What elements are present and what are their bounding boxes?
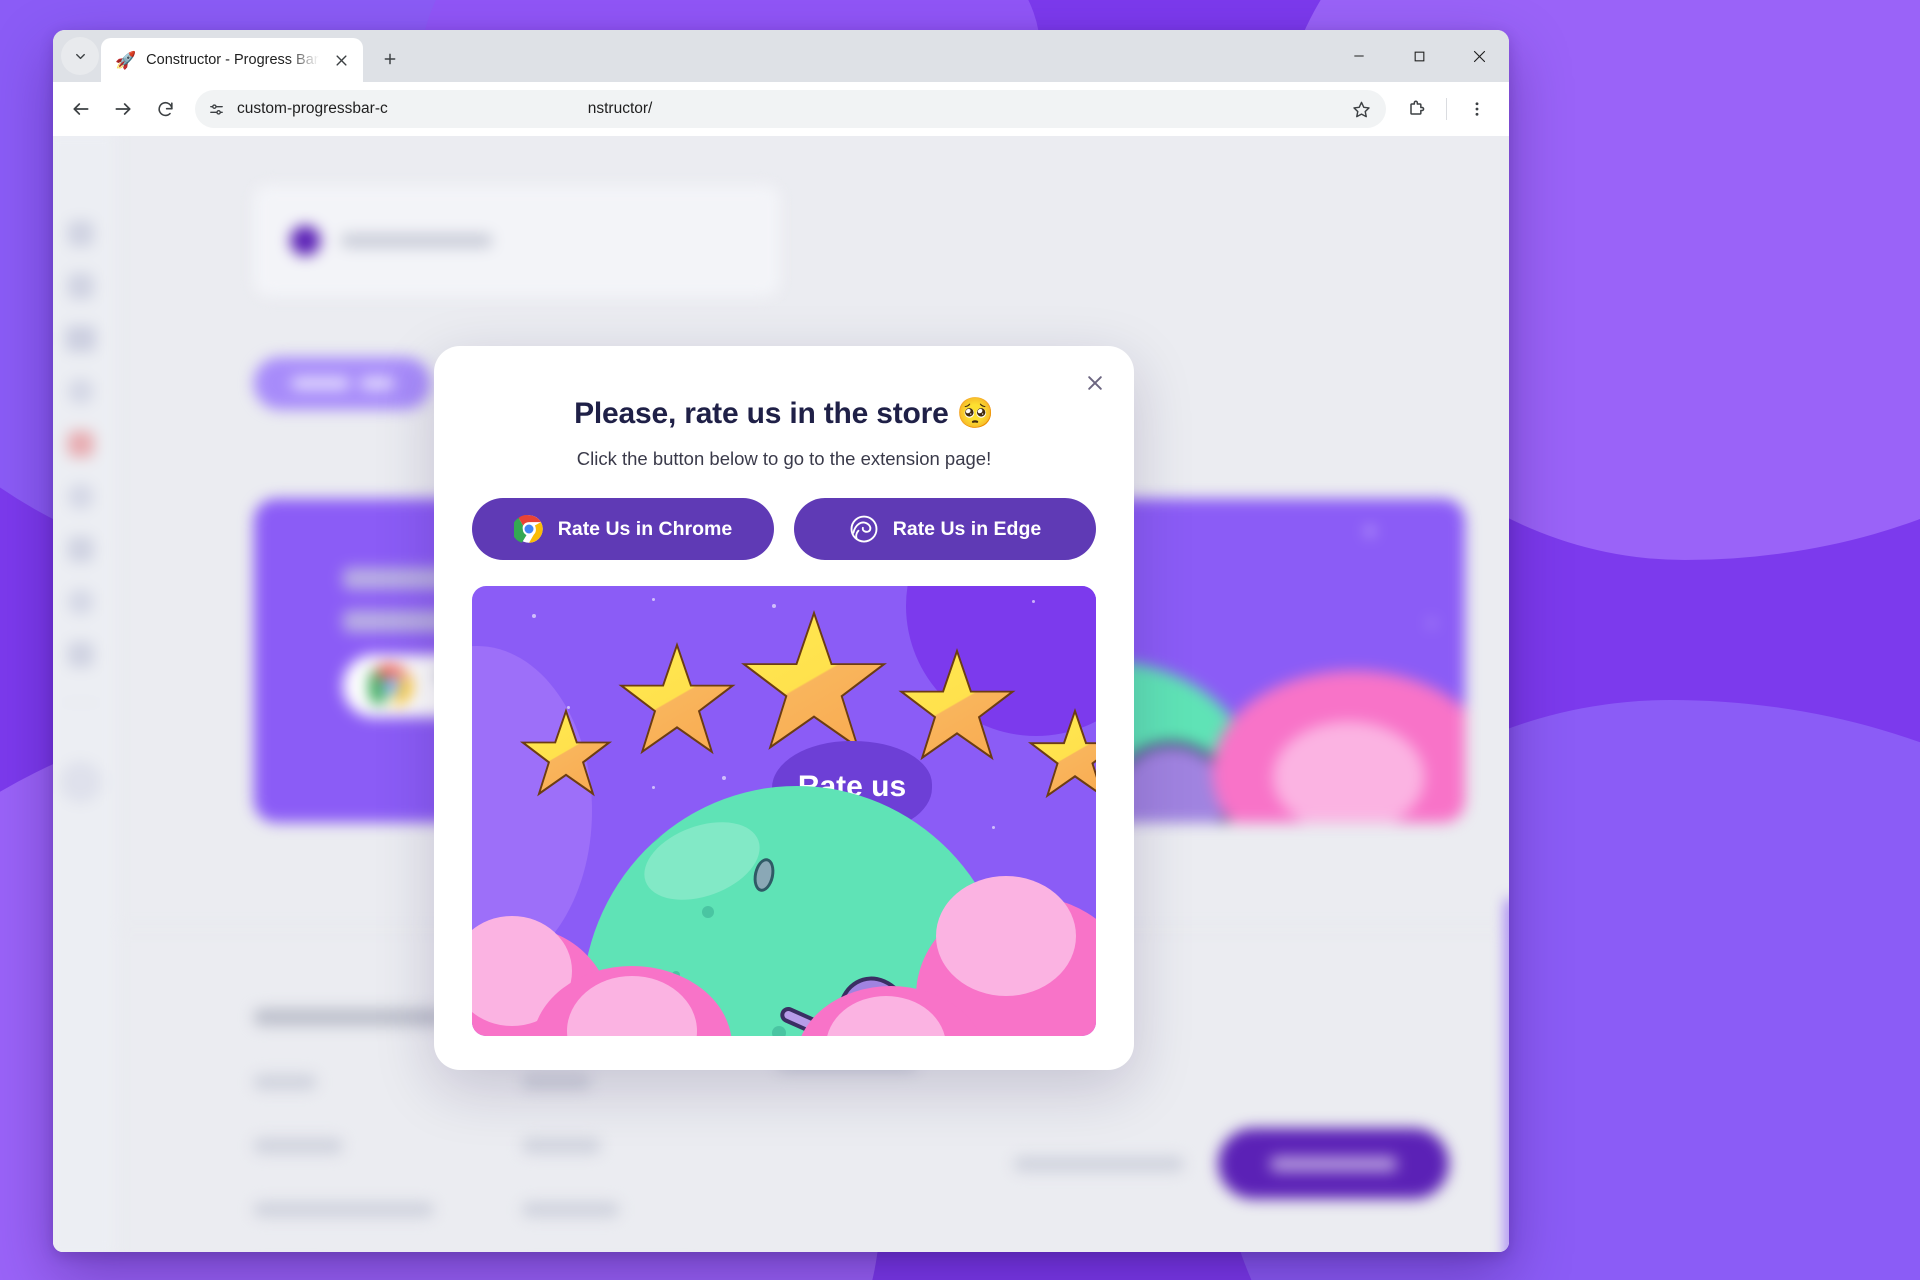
pleading-face-emoji-icon: 🥺: [956, 397, 994, 430]
rate-us-chrome-label: Rate Us in Chrome: [557, 517, 733, 540]
url-text: custom-progressbar-c nstructor/: [231, 100, 1344, 118]
extensions-puzzle-icon[interactable]: [1396, 89, 1436, 129]
tab-search-chevron-icon[interactable]: [61, 37, 99, 75]
browser-menu-icon[interactable]: [1457, 89, 1497, 129]
rate-us-illustration: Rate us: [472, 586, 1096, 1036]
modal-overlay: Please, rate us in the store 🥺 Click the…: [53, 136, 1509, 1252]
reload-icon[interactable]: [145, 89, 185, 129]
modal-title-text: Please, rate us in the store: [574, 397, 949, 430]
modal-close-icon[interactable]: [1078, 366, 1112, 400]
url-prefix: custom-progressbar-c: [237, 100, 388, 117]
tab-strip: 🚀 Constructor - Progress Bar for Y: [53, 30, 1509, 82]
chrome-logo-icon: [513, 515, 543, 543]
window-controls: [1329, 30, 1509, 82]
bookmark-star-icon[interactable]: [1344, 92, 1378, 126]
rating-star: [618, 642, 736, 758]
rocket-favicon-icon: 🚀: [115, 50, 137, 70]
rate-us-chrome-button[interactable]: Rate Us in Chrome: [472, 498, 774, 560]
tab-close-icon[interactable]: [329, 48, 353, 72]
rating-star: [741, 610, 887, 756]
rating-star: [519, 708, 613, 798]
page-viewport: Please, rate us in the store 🥺 Click the…: [53, 136, 1509, 1252]
cloud: [936, 876, 1076, 996]
browser-tab[interactable]: 🚀 Constructor - Progress Bar for Y: [101, 38, 363, 82]
window-close-button[interactable]: [1449, 30, 1509, 82]
browser-toolbar: custom-progressbar-c nstructor/: [53, 82, 1509, 136]
desktop-wallpaper: 🚀 Constructor - Progress Bar for Y: [0, 0, 1920, 1280]
tab-title: Constructor - Progress Bar for Y: [146, 52, 319, 68]
rating-star: [898, 648, 1016, 764]
edge-logo-icon: [850, 515, 878, 543]
rating-star: [1027, 708, 1096, 800]
maximize-button[interactable]: [1389, 30, 1449, 82]
rate-us-edge-label: Rate Us in Edge: [892, 517, 1042, 540]
browser-window: 🚀 Constructor - Progress Bar for Y: [53, 30, 1509, 1252]
forward-arrow-icon[interactable]: [103, 89, 143, 129]
rate-us-modal: Please, rate us in the store 🥺 Click the…: [434, 346, 1134, 1070]
address-bar[interactable]: custom-progressbar-c nstructor/: [195, 90, 1386, 128]
toolbar-divider: [1446, 98, 1447, 120]
minimize-button[interactable]: [1329, 30, 1389, 82]
page-title: Please, rate us in the store 🥺: [472, 396, 1096, 431]
new-tab-button[interactable]: [373, 42, 407, 76]
site-settings-icon[interactable]: [201, 94, 231, 124]
store-button-group: Rate Us in Chrome Rate Us in Edge: [472, 498, 1096, 560]
rate-us-edge-button[interactable]: Rate Us in Edge: [794, 498, 1096, 560]
url-suffix: nstructor/: [587, 100, 653, 117]
back-arrow-icon[interactable]: [61, 89, 101, 129]
modal-subtitle: Click the button below to go to the exte…: [576, 448, 992, 469]
